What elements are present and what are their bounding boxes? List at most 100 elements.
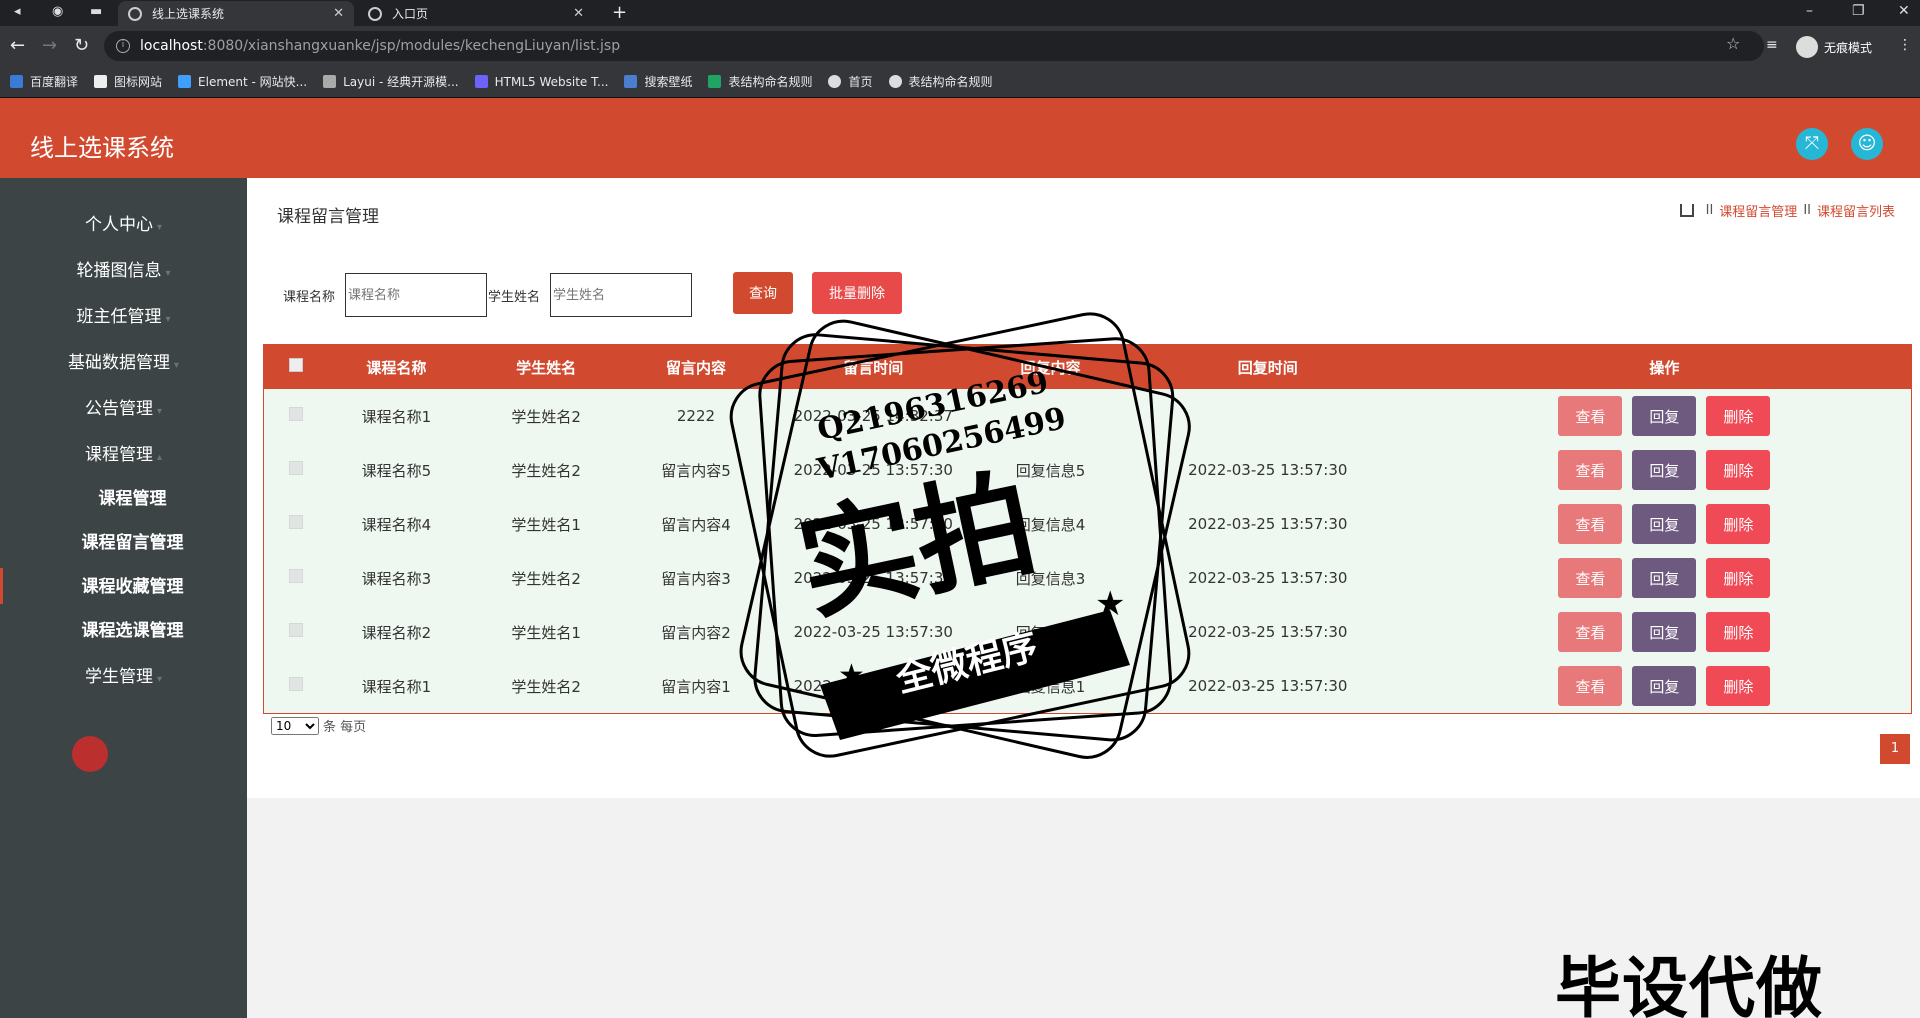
delete-button[interactable]: 删除 [1706,666,1771,706]
delete-button[interactable]: 删除 [1706,504,1771,544]
breadcrumb-item[interactable]: 课程留言管理 [1719,201,1797,220]
row-actions: 查看 回复 删除 [1418,396,1911,436]
row-checkbox[interactable] [289,677,304,691]
row-actions: 查看 回复 删除 [1418,450,1911,490]
delete-button[interactable]: 删除 [1706,450,1771,490]
bookmark-item[interactable]: 表结构命名规则 [888,73,993,90]
sidebar-item-student[interactable]: 学生管理 ▾ [0,662,247,687]
bookmark-item[interactable]: 表结构命名规则 [708,73,812,90]
new-tab-button[interactable]: + [612,2,627,23]
sidebar-item-basic-data[interactable]: 基础数据管理 ▾ [0,348,247,373]
reply-button[interactable]: 回复 [1632,558,1697,598]
tab-close-icon[interactable]: ✕ [333,6,344,21]
cell-time: 2022-03-25 13:57:30 [793,623,953,641]
home-icon[interactable] [1679,204,1694,217]
cell-content: 留言内容2 [661,623,731,642]
bookmark-item[interactable]: 百度翻译 [10,73,78,90]
bookmark-star-icon[interactable]: ☆ [1726,34,1740,53]
row-actions: 查看 回复 删除 [1418,612,1911,652]
tab-active[interactable]: 线上选课系统 ✕ [118,1,354,26]
cell-content: 2222 [676,407,716,425]
sidebar-item-course[interactable]: 课程管理 ▴ [0,440,247,465]
url-field[interactable]: i localhost:8080/xianshangxuanke/jsp/mod… [104,31,1764,61]
sidebar-item-notice[interactable]: 公告管理 ▾ [0,394,247,419]
student-name-input[interactable] [550,273,692,317]
cell-reply: 回复信息4 [1015,515,1086,534]
restore-icon[interactable]: ❐ [1852,3,1865,19]
sidebar-item-carousel[interactable]: 轮播图信息 ▾ [0,256,247,281]
breadcrumb-item[interactable]: 课程留言列表 [1817,201,1895,220]
view-button[interactable]: 查看 [1558,504,1623,544]
url-path: :8080/xianshangxuanke/jsp/modules/kechen… [202,38,621,54]
info-icon[interactable]: i [116,39,130,53]
row-checkbox[interactable] [289,515,304,529]
message-table: 课程名称 学生姓名 留言内容 留言时间 回复内容 回复时间 操作 课程名称1 学生… [263,344,1912,714]
pinned-tab-icon-2[interactable]: ▬ [90,4,102,19]
sidebar-subitem-course-selection[interactable]: 课程选课管理 [9,616,256,641]
minimize-icon[interactable]: – [1806,3,1813,19]
row-checkbox[interactable] [289,569,304,583]
view-button[interactable]: 查看 [1558,666,1623,706]
user-icon[interactable]: ☺ [1851,128,1883,160]
view-button[interactable]: 查看 [1558,450,1623,490]
reply-button[interactable]: 回复 [1632,504,1697,544]
view-button[interactable]: 查看 [1558,396,1623,436]
fullscreen-icon[interactable]: ⤧ [1796,128,1828,160]
tab-audio-icon[interactable]: ◂ [14,4,21,19]
chevron-down-icon: ▾ [173,360,180,371]
pinned-tab-icon[interactable]: ◉ [52,4,63,19]
sidebar-subitem-course-message[interactable]: 课程留言管理 [9,528,256,553]
reply-button[interactable]: 回复 [1632,396,1697,436]
delete-button[interactable]: 删除 [1706,558,1771,598]
table-header: 课程名称 学生姓名 留言内容 留言时间 回复内容 回复时间 操作 [264,345,1911,389]
bookmark-item[interactable]: Element - 网站快... [178,73,307,90]
bookmark-item[interactable]: HTML5 Website T... [474,75,608,89]
view-button[interactable]: 查看 [1558,558,1623,598]
menu-icon[interactable]: ⋮ [1898,37,1912,53]
breadcrumb-separator: II [1803,203,1811,218]
delete-button[interactable]: 删除 [1706,612,1771,652]
reply-button[interactable]: 回复 [1632,612,1697,652]
close-window-icon[interactable]: ✕ [1898,3,1910,19]
sidebar-subitem-course[interactable]: 课程管理 [9,484,256,509]
sidebar: 个人中心 ▾ 轮播图信息 ▾ 班主任管理 ▾ 基础数据管理 ▾ 公告管理 ▾ 课程管理 ▴ … [0,178,247,1018]
table-body: 课程名称1 学生姓名2 2222 2022-03-25 14:32:37 查看 回复 删除课… [264,389,1911,713]
row-checkbox[interactable] [289,461,304,475]
page-number-button[interactable]: 1 [1880,734,1910,764]
delete-button[interactable]: 删除 [1706,396,1771,436]
reload-icon[interactable]: ↻ [74,35,89,56]
sidebar-item-personal-center[interactable]: 个人中心 ▾ [0,210,247,235]
cell-time: 2022-03-25 13:57:30 [793,569,953,587]
back-icon[interactable]: ← [10,35,25,56]
reply-button[interactable]: 回复 [1632,450,1697,490]
app-title: 线上选课系统 [30,134,174,162]
student-name-label: 学生姓名 [488,290,541,305]
tab-favicon-icon [128,6,142,21]
page-size-select[interactable]: 10 [271,716,319,735]
sidebar-item-head-teacher[interactable]: 班主任管理 ▾ [0,302,247,327]
reply-button[interactable]: 回复 [1632,666,1697,706]
course-name-input[interactable] [345,273,487,317]
tab-title: 入口页 [392,7,429,21]
bookmark-item[interactable]: 首页 [828,73,873,90]
row-checkbox[interactable] [289,407,304,421]
chevron-down-icon: ▾ [156,222,163,233]
forward-icon[interactable]: → [42,35,57,56]
bookmark-item[interactable]: 搜索壁纸 [624,73,692,90]
batch-delete-button[interactable]: 批量删除 [812,272,902,314]
cell-reply: 回复信息2 [1015,623,1086,642]
cell-student: 学生姓名1 [511,515,581,534]
sidebar-active-marker [0,568,3,604]
row-checkbox[interactable] [289,623,304,637]
bookmark-item[interactable]: 图标网站 [94,73,162,90]
bookmark-item[interactable]: Layui - 经典开源模... [323,73,459,90]
incognito-indicator[interactable]: 无痕模式 [1796,36,1872,58]
select-all-checkbox[interactable] [289,358,304,372]
cell-reply: 回复信息1 [1015,677,1086,696]
view-button[interactable]: 查看 [1558,612,1623,652]
tab-entry[interactable]: 入口页 ✕ [358,1,594,26]
query-button[interactable]: 查询 [733,272,793,314]
sidebar-subitem-course-favorite[interactable]: 课程收藏管理 [9,572,256,597]
tab-close-icon[interactable]: ✕ [573,6,584,21]
reading-list-icon[interactable]: ≡ [1766,37,1778,53]
